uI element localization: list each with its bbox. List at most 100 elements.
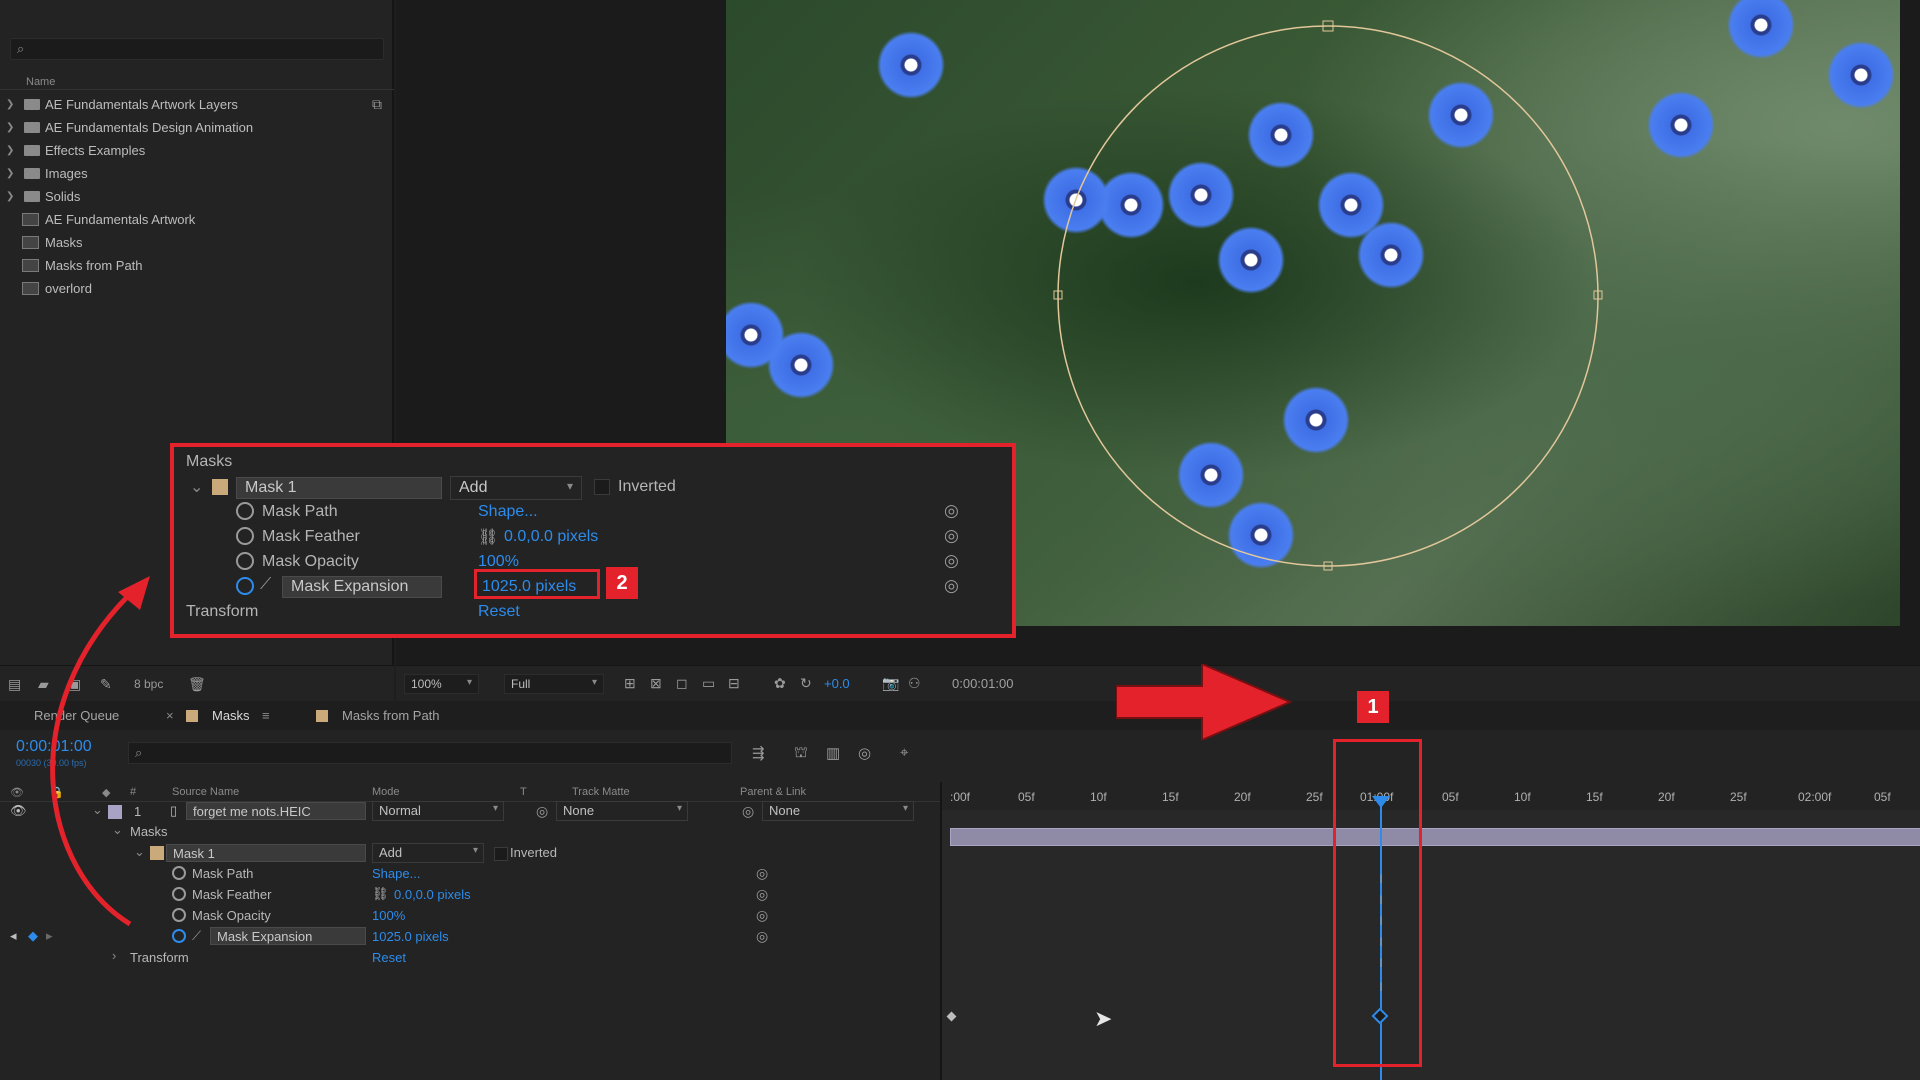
trash-icon[interactable]: 🗑 xyxy=(188,676,206,693)
time-ruler[interactable]: :00f 05f 10f 15f 20f 25f 01:00f 05f 10f … xyxy=(942,782,1920,810)
mask-name-field[interactable]: Mask 1 xyxy=(236,477,442,499)
time-graph[interactable]: :00f 05f 10f 15f 20f 25f 01:00f 05f 10f … xyxy=(940,782,1920,1080)
menu-icon[interactable]: ≡ xyxy=(262,708,270,723)
transform-reset-link[interactable]: Reset xyxy=(478,603,520,621)
mask-path-value[interactable]: Shape... xyxy=(372,866,420,881)
stopwatch-icon[interactable] xyxy=(236,527,254,545)
region-of-interest-icon[interactable]: ▭ xyxy=(702,675,715,692)
pickwhip-icon[interactable]: ◎ xyxy=(944,576,959,596)
chevron-right-icon[interactable]: ❯ xyxy=(6,116,14,139)
prev-keyframe-icon[interactable]: ◂ xyxy=(10,928,17,944)
project-item[interactable]: overlord xyxy=(0,277,394,300)
stopwatch-icon[interactable] xyxy=(172,887,186,901)
show-snapshot-icon[interactable]: ⚇ xyxy=(908,675,921,692)
project-item[interactable]: Masks xyxy=(0,231,394,254)
mask-path-value[interactable]: Shape... xyxy=(478,503,538,521)
mask-visibility-icon[interactable]: ◻ xyxy=(676,675,688,692)
inverted-checkbox[interactable] xyxy=(594,479,610,495)
inverted-checkbox[interactable] xyxy=(494,847,508,861)
stopwatch-icon[interactable] xyxy=(172,908,186,922)
motion-blur-icon[interactable]: ◎ xyxy=(858,744,871,762)
mask-opacity-value[interactable]: 100% xyxy=(372,908,405,923)
pickwhip-icon[interactable]: ◎ xyxy=(756,928,768,945)
pickwhip-icon[interactable]: ◎ xyxy=(944,501,959,521)
parent-dropdown[interactable]: None ▾ xyxy=(762,801,914,821)
chevron-right-icon[interactable]: ❯ xyxy=(6,93,14,116)
exposure-value[interactable]: +0.0 xyxy=(824,676,850,691)
column-source-name[interactable]: Source Name xyxy=(172,786,239,798)
graph-icon[interactable]: ⟋ xyxy=(192,928,201,944)
chevron-right-icon[interactable]: ❯ xyxy=(6,185,14,208)
column-parent-link[interactable]: Parent & Link xyxy=(740,786,806,798)
project-item[interactable]: Masks from Path xyxy=(0,254,394,277)
mask-expansion-name-field[interactable]: Mask Expansion xyxy=(282,576,442,598)
project-item[interactable]: ❯ Solids xyxy=(0,185,394,208)
mask-expansion-name-field[interactable]: Mask Expansion xyxy=(210,927,366,945)
mask-name-field[interactable]: Mask 1 xyxy=(166,844,366,862)
chevron-right-icon[interactable]: ❯ xyxy=(6,139,14,162)
project-search-input[interactable]: ⌕ xyxy=(10,38,384,60)
stopwatch-active-icon[interactable] xyxy=(172,929,186,943)
project-item[interactable]: ❯ AE Fundamentals Design Animation xyxy=(0,116,394,139)
transform-group-label[interactable]: Transform xyxy=(186,603,258,621)
column-mode[interactable]: Mode xyxy=(372,786,400,798)
tab-masks-from-path[interactable]: Masks from Path xyxy=(342,708,440,723)
viewer-current-time[interactable]: 0:00:01:00 xyxy=(952,676,1013,691)
interpret-footage-icon[interactable]: ▤ xyxy=(8,676,21,693)
transform-reset-link[interactable]: Reset xyxy=(372,950,406,965)
pickwhip-icon[interactable]: ◎ xyxy=(536,803,548,820)
keyframe-diamond[interactable] xyxy=(946,1011,957,1022)
mask-feather-value[interactable]: 0.0,0.0 pixels xyxy=(394,887,471,902)
transform-group-label[interactable]: Transform xyxy=(130,950,189,965)
mask-feather-value[interactable]: 0.0,0.0 pixels xyxy=(504,528,598,546)
pickwhip-icon[interactable]: ◎ xyxy=(944,526,959,546)
link-icon[interactable]: ⛓ xyxy=(478,527,498,547)
graph-icon[interactable]: ⟋ xyxy=(260,576,271,594)
pickwhip-icon[interactable]: ◎ xyxy=(756,865,768,882)
track-matte-dropdown[interactable]: None ▾ xyxy=(556,801,688,821)
transparency-grid-icon[interactable]: ⊠ xyxy=(650,675,662,692)
link-icon[interactable]: ⛓ xyxy=(372,886,389,902)
stopwatch-active-icon[interactable] xyxy=(236,577,254,595)
close-icon[interactable]: × xyxy=(166,708,174,723)
mask-mode-dropdown[interactable]: Add ▾ xyxy=(372,843,484,863)
channel-icon[interactable]: ✿ xyxy=(774,675,786,692)
mask-mode-dropdown[interactable]: Add ▾ xyxy=(450,476,582,500)
project-item[interactable]: AE Fundamentals Artwork xyxy=(0,208,394,231)
reset-exposure-icon[interactable]: ↻ xyxy=(800,675,812,692)
chevron-down-icon[interactable]: ⌄ xyxy=(190,477,203,497)
stopwatch-icon[interactable] xyxy=(236,552,254,570)
stopwatch-icon[interactable] xyxy=(172,866,186,880)
chevron-right-icon[interactable]: › xyxy=(112,948,116,963)
snapshot-camera-icon[interactable]: 📷 xyxy=(882,675,899,692)
stopwatch-icon[interactable] xyxy=(236,502,254,520)
comp-flowchart-icon[interactable]: ⇶ xyxy=(752,744,765,762)
project-item[interactable]: ❯ Images xyxy=(0,162,394,185)
layer-mode-dropdown[interactable]: Normal ▾ xyxy=(372,801,504,821)
parent-pickwhip-icon[interactable]: ◎ xyxy=(742,803,754,820)
tab-masks[interactable]: Masks xyxy=(212,708,250,723)
graph-editor-icon[interactable]: ⌖ xyxy=(900,744,908,761)
timeline-search-input[interactable]: ⌕ xyxy=(128,742,732,764)
project-item[interactable]: ❯ Effects Examples xyxy=(0,139,394,162)
mask-expansion-value[interactable]: 1025.0 pixels xyxy=(372,929,449,944)
resolution-dropdown[interactable]: Full ▾ xyxy=(504,674,604,694)
layer-duration-bar[interactable] xyxy=(950,828,1920,846)
project-item[interactable]: ❯ AE Fundamentals Artwork Layers xyxy=(0,93,394,116)
column-t[interactable]: T xyxy=(520,786,527,798)
chevron-right-icon[interactable]: ❯ xyxy=(6,162,14,185)
column-track-matte[interactable]: Track Matte xyxy=(572,786,630,798)
project-column-header[interactable]: Name xyxy=(0,72,394,90)
shy-layers-icon[interactable]: ⛫ xyxy=(794,744,808,763)
zoom-dropdown[interactable]: 100% ▾ xyxy=(404,674,479,694)
fast-preview-icon[interactable]: ⊞ xyxy=(624,675,636,692)
frame-blending-icon[interactable]: ▥ xyxy=(826,744,840,762)
pickwhip-icon[interactable]: ◎ xyxy=(944,551,959,571)
mask-color-swatch[interactable] xyxy=(212,479,228,495)
add-keyframe-icon[interactable]: ◆ xyxy=(28,928,38,944)
pickwhip-icon[interactable]: ◎ xyxy=(756,886,768,903)
next-keyframe-icon[interactable]: ▸ xyxy=(46,928,53,944)
pickwhip-icon[interactable]: ◎ xyxy=(756,907,768,924)
layer-name-field[interactable]: forget me nots.HEIC xyxy=(186,802,366,820)
grid-guides-icon[interactable]: ⊟ xyxy=(728,675,740,692)
